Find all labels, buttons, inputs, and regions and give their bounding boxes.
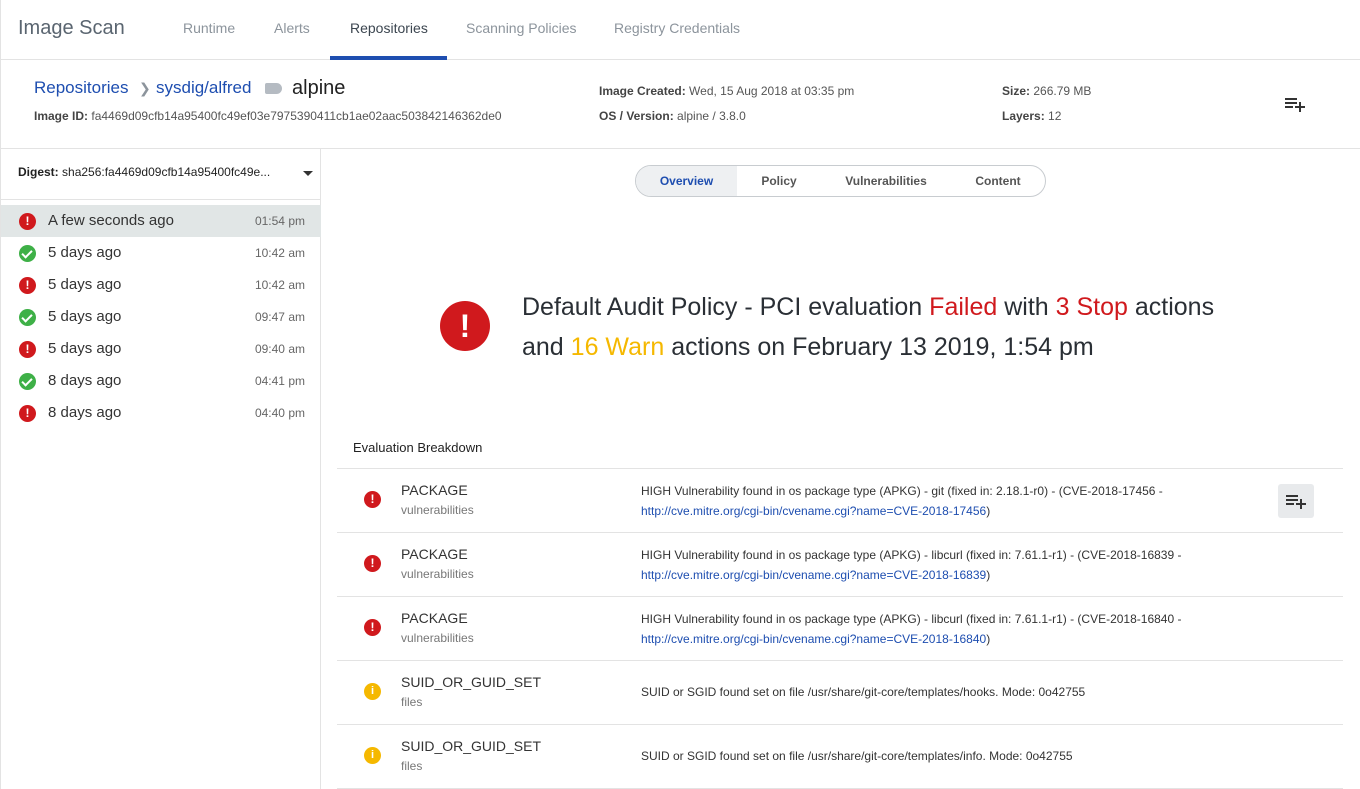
gate-name: PACKAGE — [401, 482, 468, 498]
scan-label: 5 days ago — [48, 276, 122, 293]
gate-name: SUID_OR_GUID_SET — [401, 738, 542, 754]
breakdown-message: SUID or SGID found set on file /usr/shar… — [641, 749, 1073, 763]
trigger-name: vulnerabilities — [401, 631, 474, 645]
tab-repositories[interactable]: Repositories — [350, 20, 428, 36]
divider — [1, 199, 321, 200]
fail-icon — [19, 405, 36, 422]
breakdown-message: HIGH Vulnerability found in os package t… — [641, 484, 1163, 518]
breakdown-row: PACKAGE vulnerabilities HIGH Vulnerability… — [337, 532, 1343, 596]
cve-link[interactable]: http://cve.mitre.org/cgi-bin/cvename.cgi… — [641, 504, 986, 518]
stop-icon — [364, 619, 381, 636]
scan-time: 04:40 pm — [254, 406, 305, 420]
scan-list-item[interactable]: 8 days ago 04:40 pm — [1, 397, 321, 429]
image-header: Repositories ❯ sysdig/alfred alpine Imag… — [0, 60, 1360, 149]
evaluation-summary: Default Audit Policy - PCI evaluation Fa… — [522, 293, 1215, 361]
scan-list: A few seconds ago 01:54 pm 5 days ago 10:42… — [1, 205, 321, 429]
gate-name: PACKAGE — [401, 546, 468, 562]
image-tag: alpine — [292, 77, 346, 99]
breadcrumb-repositories[interactable]: Repositories — [34, 78, 129, 98]
playlist-add-icon — [1286, 495, 1306, 509]
scan-time: 10:42 am — [254, 246, 305, 260]
chevron-down-icon[interactable] — [303, 171, 313, 176]
breakdown-row: SUID_OR_GUID_SETfiles SUID or SGID found … — [337, 660, 1343, 724]
scan-list-item[interactable]: 5 days ago 10:42 am — [1, 269, 321, 301]
tag-icon — [265, 83, 282, 94]
tab-scanning-policies[interactable]: Scanning Policies — [466, 20, 577, 36]
top-nav: Image Scan Runtime Alerts Repositories S… — [0, 0, 1360, 60]
evaluation-result: Failed — [929, 293, 998, 321]
gate-name: PACKAGE — [401, 610, 468, 626]
stop-icon — [364, 491, 381, 508]
stop-icon — [364, 555, 381, 572]
digest-select[interactable]: Digest: sha256:fa4469d09cfb14a95400fc49e… — [18, 165, 270, 179]
scan-label: 5 days ago — [48, 308, 122, 325]
tab-alerts[interactable]: Alerts — [274, 20, 310, 36]
breakdown-message: HIGH Vulnerability found in os package t… — [641, 612, 1182, 646]
scan-list-item[interactable]: 8 days ago 04:41 pm — [1, 365, 321, 397]
scan-label: A few seconds ago — [48, 212, 174, 229]
tab-policy[interactable]: Policy — [737, 166, 821, 196]
warn-icon — [364, 683, 381, 700]
chevron-right-icon: ❯ — [139, 80, 151, 96]
playlist-add-icon[interactable] — [1284, 96, 1306, 112]
cve-link[interactable]: http://cve.mitre.org/cgi-bin/cvename.cgi… — [641, 632, 986, 646]
scan-list-item[interactable]: 5 days ago 09:47 am — [1, 301, 321, 333]
image-size: Size: 266.79 MB — [1002, 84, 1092, 98]
breakdown-row: PACKAGE vulnerabilities HIGH Vulnerability… — [337, 468, 1343, 532]
add-exception-button[interactable] — [1278, 484, 1314, 518]
pass-icon — [19, 245, 36, 262]
scan-list-item[interactable]: 5 days ago 10:42 am — [1, 237, 321, 269]
trigger-name: files — [401, 759, 423, 773]
breakdown-message: SUID or SGID found set on file /usr/shar… — [641, 685, 1086, 699]
scan-time: 09:47 am — [254, 310, 305, 324]
scan-history-sidebar: Digest: sha256:fa4469d09cfb14a95400fc49e… — [0, 149, 321, 789]
scan-list-item[interactable]: 5 days ago 09:40 am — [1, 333, 321, 365]
breakdown-message: HIGH Vulnerability found in os package t… — [641, 548, 1182, 582]
tab-runtime[interactable]: Runtime — [183, 20, 235, 36]
scan-time: 09:40 am — [254, 342, 305, 356]
cve-link[interactable]: http://cve.mitre.org/cgi-bin/cvename.cgi… — [641, 568, 986, 582]
fail-icon — [19, 341, 36, 358]
app-title: Image Scan — [18, 17, 125, 39]
stop-count: 3 Stop — [1055, 293, 1128, 321]
trigger-name: files — [401, 695, 423, 709]
tab-content[interactable]: Content — [951, 166, 1045, 196]
scan-label: 5 days ago — [48, 244, 122, 261]
os-version: OS / Version: alpine / 3.8.0 — [599, 109, 746, 123]
trigger-name: vulnerabilities — [401, 503, 474, 517]
warn-count: 16 Warn — [570, 333, 665, 361]
scan-label: 8 days ago — [48, 372, 122, 389]
scan-label: 5 days ago — [48, 340, 122, 357]
tab-vulnerabilities[interactable]: Vulnerabilities — [821, 166, 951, 196]
gate-name: SUID_OR_GUID_SET — [401, 674, 542, 690]
pass-icon — [19, 373, 36, 390]
breadcrumb-repository[interactable]: sysdig/alfred — [156, 78, 251, 98]
breakdown-row: SUID_OR_GUID_SETfiles SUID or SGID found … — [337, 724, 1343, 788]
evaluation-breakdown-title: Evaluation Breakdown — [353, 440, 483, 455]
warn-icon — [364, 747, 381, 764]
tab-overview[interactable]: Overview — [636, 166, 737, 196]
content-tabs: Overview Policy Vulnerabilities Content — [635, 165, 1046, 197]
scan-list-item[interactable]: A few seconds ago 01:54 pm — [1, 205, 321, 237]
scan-time: 01:54 pm — [254, 214, 305, 228]
scan-time: 04:41 pm — [254, 374, 305, 388]
scan-time: 10:42 am — [254, 278, 305, 292]
fail-icon — [19, 277, 36, 294]
trigger-name: vulnerabilities — [401, 567, 474, 581]
fail-status-icon — [440, 301, 490, 351]
fail-icon — [19, 213, 36, 230]
tab-registry-credentials[interactable]: Registry Credentials — [614, 20, 740, 36]
image-layers: Layers: 12 — [1002, 109, 1062, 123]
pass-icon — [19, 309, 36, 326]
image-id: Image ID: fa4469d09cfb14a95400fc49ef03e7… — [34, 109, 502, 123]
breakdown-row: PACKAGE vulnerabilities HIGH Vulnerability… — [337, 596, 1343, 660]
scan-label: 8 days ago — [48, 404, 122, 421]
image-created: Image Created: Wed, 15 Aug 2018 at 03:35… — [599, 84, 855, 98]
